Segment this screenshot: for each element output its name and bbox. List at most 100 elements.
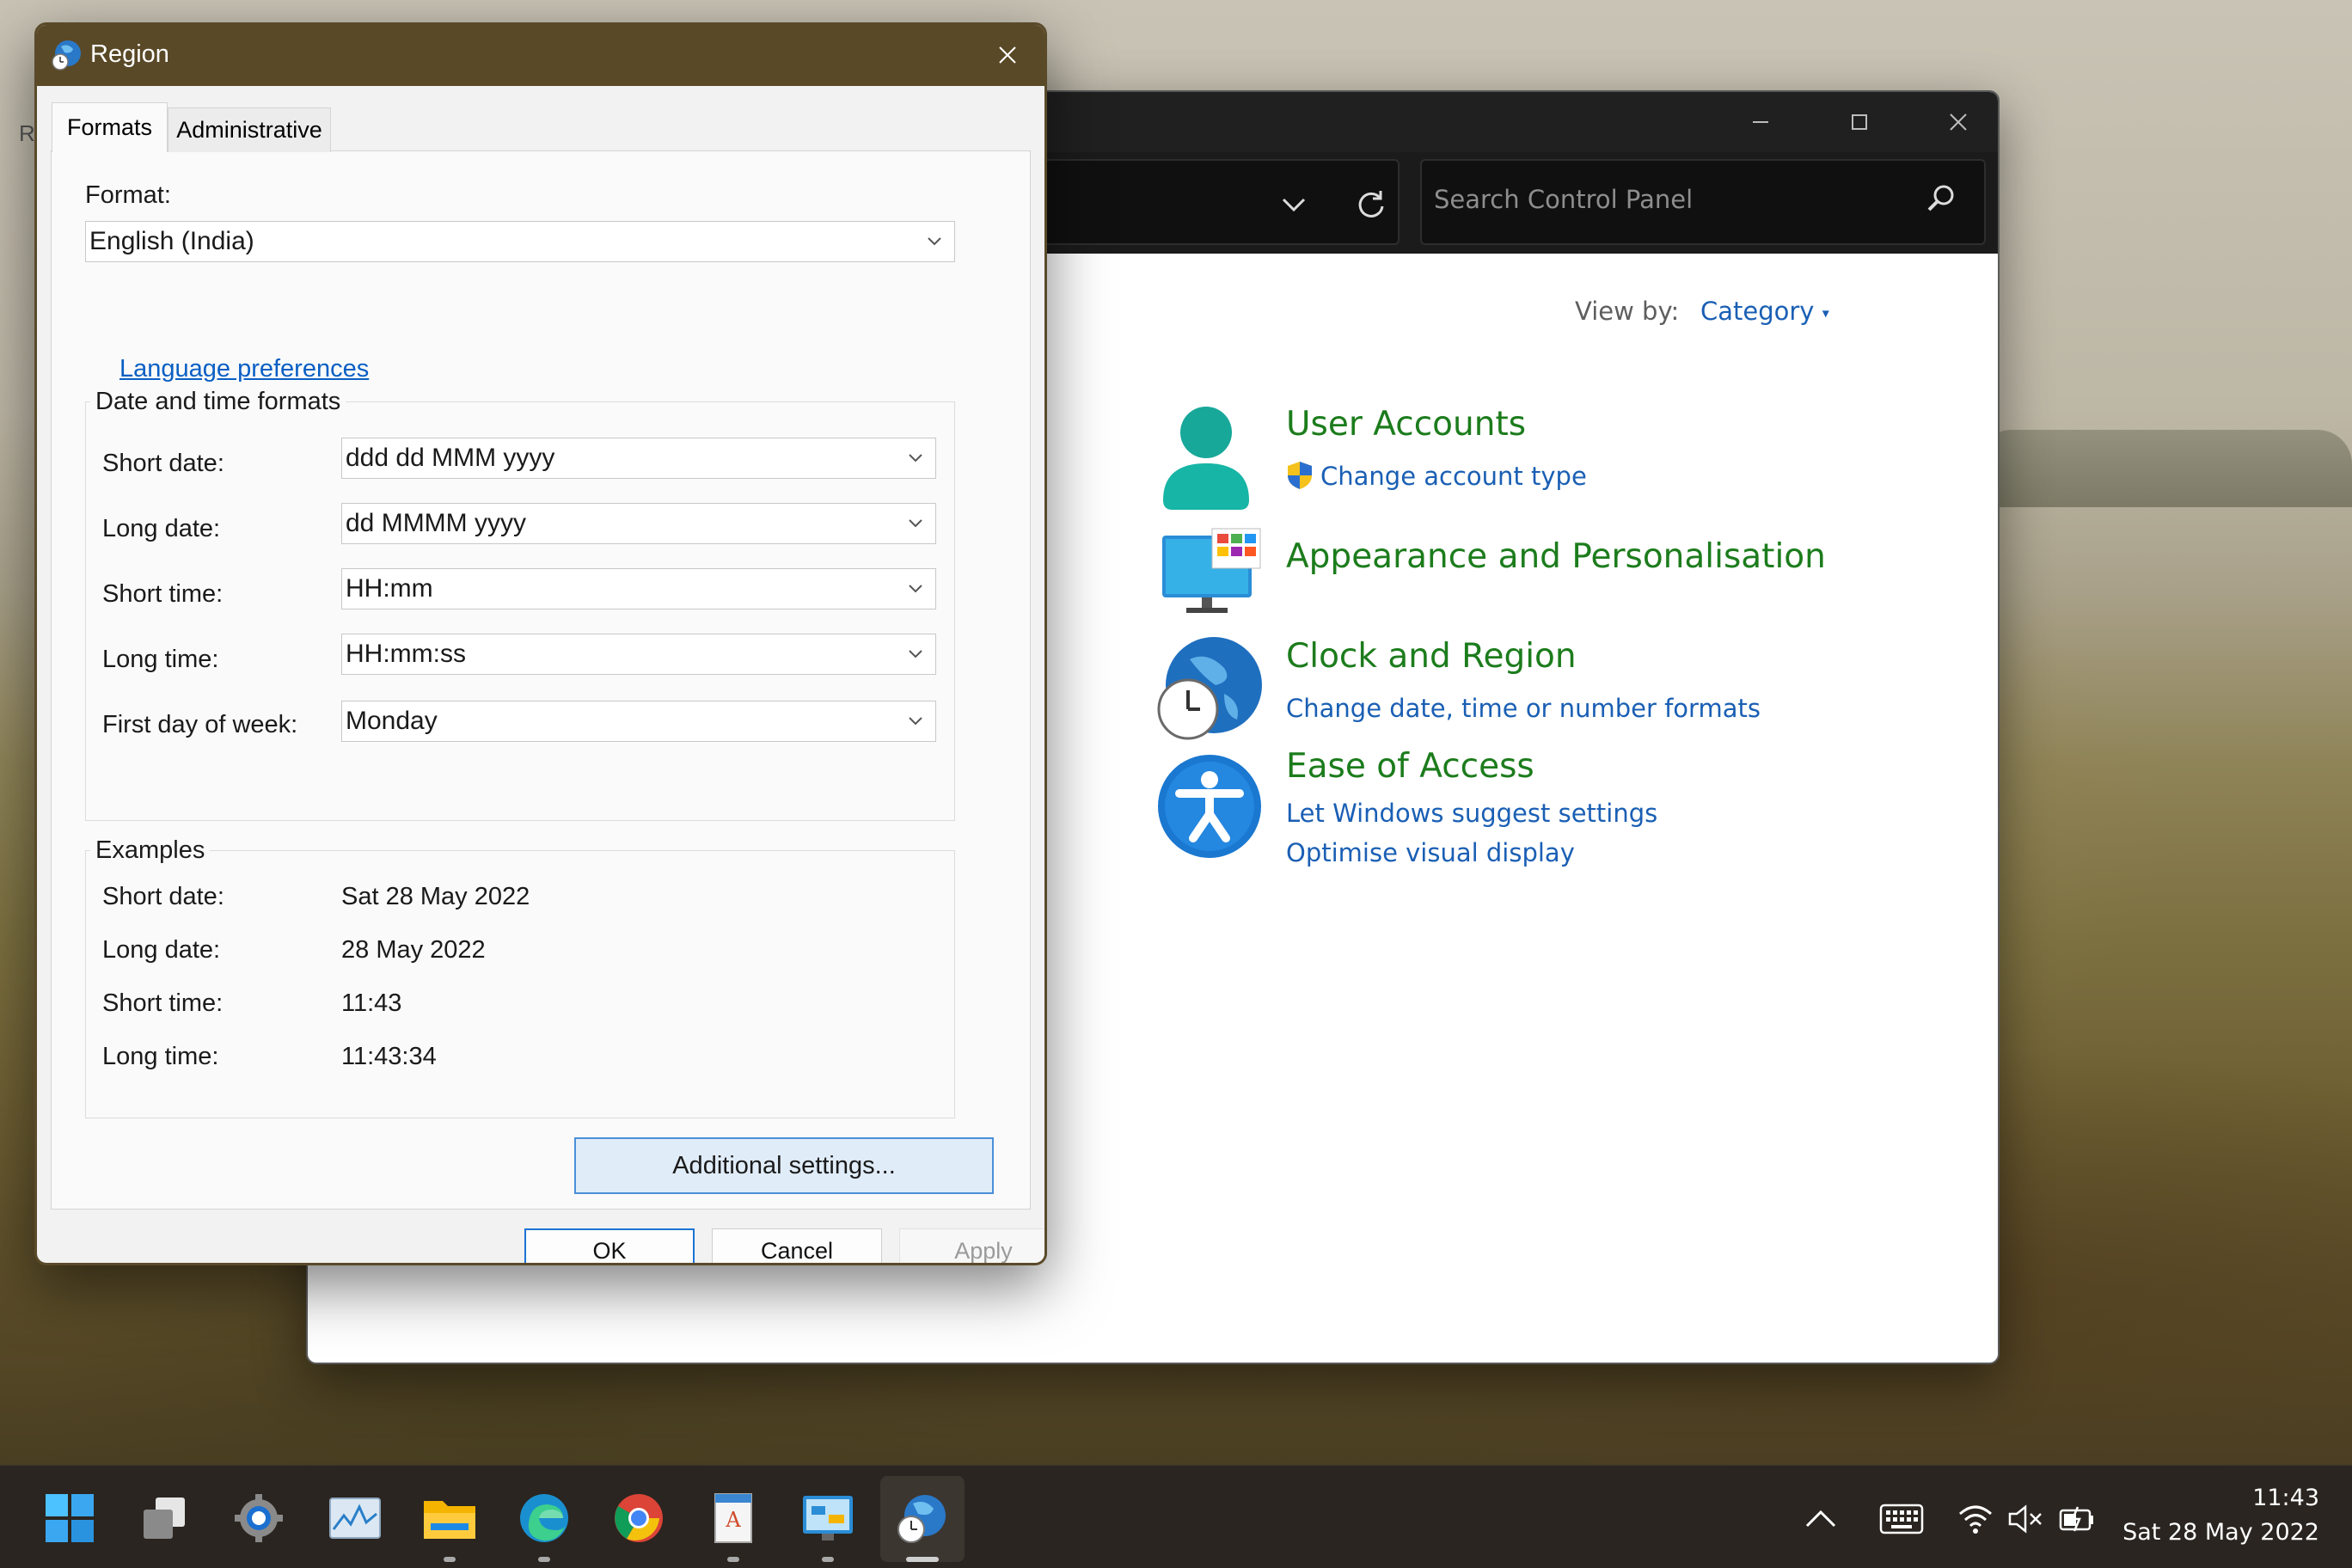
touch-keyboard-icon[interactable] xyxy=(1874,1495,1929,1543)
chevron-down-icon xyxy=(922,222,947,261)
chevron-down-icon xyxy=(903,634,928,674)
chevron-down-icon xyxy=(1282,198,1306,212)
cancel-button[interactable]: Cancel xyxy=(712,1228,882,1263)
short-time-label: Short time: xyxy=(102,580,224,608)
date-time-formats-title: Date and time formats xyxy=(90,388,346,416)
taskbar: A 11:43 Sat 28 May 2022 xyxy=(0,1465,2352,1568)
language-preferences-link[interactable]: Language preferences xyxy=(119,355,369,383)
refresh-button[interactable] xyxy=(1350,183,1393,226)
taskbar-clock-time[interactable]: 11:43 xyxy=(2252,1485,2319,1511)
example-long-date-value: 28 May 2022 xyxy=(341,936,486,964)
chevron-down-icon xyxy=(903,569,928,609)
format-value: English (India) xyxy=(89,227,254,255)
active-indicator xyxy=(906,1557,939,1562)
short-date-label: Short date: xyxy=(102,450,224,477)
long-date-label: Long date: xyxy=(102,515,221,542)
appearance-icon[interactable] xyxy=(1159,527,1262,618)
close-icon xyxy=(999,46,1016,64)
running-indicator xyxy=(444,1557,456,1562)
tab-administrative[interactable]: Administrative xyxy=(168,107,331,152)
long-date-dropdown[interactable]: dd MMMM yyyy xyxy=(341,503,936,544)
example-long-date-label: Long date: xyxy=(102,936,221,964)
close-button[interactable] xyxy=(1924,101,1993,144)
user-accounts-icon[interactable] xyxy=(1159,401,1253,513)
short-time-dropdown[interactable]: HH:mm xyxy=(341,568,936,609)
ease-of-access-icon[interactable] xyxy=(1155,752,1264,861)
examples-title: Examples xyxy=(90,836,211,865)
maximize-icon xyxy=(1852,114,1867,130)
short-time-value: HH:mm xyxy=(346,574,433,603)
link-change-account-type[interactable]: Change account type xyxy=(1320,462,1587,491)
long-time-label: Long time: xyxy=(102,646,219,673)
link-let-windows-suggest[interactable]: Let Windows suggest settings xyxy=(1286,799,1657,828)
example-long-time-value: 11:43:34 xyxy=(341,1043,437,1070)
long-time-value: HH:mm:ss xyxy=(346,640,466,668)
region-close-button[interactable] xyxy=(986,34,1029,77)
apply-button[interactable]: Apply xyxy=(899,1228,1044,1263)
link-change-date-time-formats[interactable]: Change date, time or number formats xyxy=(1286,694,1761,723)
long-time-dropdown[interactable]: HH:mm:ss xyxy=(341,634,936,675)
minimize-button[interactable] xyxy=(1726,101,1795,144)
tab-formats[interactable]: Formats xyxy=(52,102,168,152)
region-title: Region xyxy=(90,40,169,68)
uac-shield-icon xyxy=(1284,460,1315,491)
running-indicator xyxy=(822,1557,834,1562)
first-day-of-week-dropdown[interactable]: Monday xyxy=(341,701,936,742)
wordpad-icon[interactable]: A xyxy=(703,1488,763,1548)
address-history-button[interactable] xyxy=(1272,183,1315,226)
close-icon xyxy=(1950,113,1967,131)
first-day-of-week-label: First day of week: xyxy=(102,711,298,738)
region-globe-icon xyxy=(51,39,83,71)
refresh-icon xyxy=(1358,191,1384,217)
control-panel-icon[interactable] xyxy=(798,1488,858,1548)
wifi-icon[interactable] xyxy=(1951,1495,2000,1543)
short-date-value: ddd dd MMM yyyy xyxy=(346,444,555,472)
view-by-dropdown[interactable]: Category ▾ xyxy=(1700,297,1829,326)
settings-icon[interactable] xyxy=(229,1488,289,1548)
format-label: Format: xyxy=(85,181,171,209)
taskbar-clock-date[interactable]: Sat 28 May 2022 xyxy=(2122,1519,2319,1546)
desktop-stray-text: R xyxy=(19,120,35,146)
start-icon[interactable] xyxy=(40,1488,100,1548)
task-view-icon[interactable] xyxy=(134,1488,194,1548)
view-by-value: Category xyxy=(1700,297,1815,326)
chevron-down-icon xyxy=(903,504,928,543)
minimize-icon xyxy=(1753,121,1768,123)
edge-icon[interactable] xyxy=(514,1488,574,1548)
svg-text:A: A xyxy=(725,1508,741,1532)
show-hidden-icons-chevron-icon[interactable] xyxy=(1797,1495,1845,1543)
task-manager-icon[interactable] xyxy=(325,1488,385,1548)
running-indicator xyxy=(538,1557,550,1562)
category-title-ease-of-access[interactable]: Ease of Access xyxy=(1286,747,1534,786)
example-short-time-label: Short time: xyxy=(102,989,224,1017)
file-explorer-icon[interactable] xyxy=(420,1488,480,1548)
example-short-date-label: Short date: xyxy=(102,883,224,910)
category-title-user-accounts[interactable]: User Accounts xyxy=(1286,405,1526,444)
chevron-down-icon xyxy=(903,701,928,741)
short-date-dropdown[interactable]: ddd dd MMM yyyy xyxy=(341,438,936,479)
running-indicator xyxy=(727,1557,739,1562)
link-optimise-visual-display[interactable]: Optimise visual display xyxy=(1286,838,1575,867)
long-date-value: dd MMMM yyyy xyxy=(346,509,526,537)
search-icon[interactable] xyxy=(1924,181,1967,224)
volume-muted-icon[interactable] xyxy=(2001,1495,2049,1543)
ok-button[interactable]: OK xyxy=(524,1228,695,1263)
wallpaper-treeline xyxy=(1977,430,2352,507)
additional-settings-button[interactable]: Additional settings... xyxy=(574,1137,994,1194)
example-short-time-value: 11:43 xyxy=(341,989,402,1017)
region-titlebar: Region xyxy=(37,25,1044,86)
region-icon[interactable] xyxy=(892,1488,952,1548)
category-title-appearance[interactable]: Appearance and Personalisation xyxy=(1286,537,1826,576)
format-dropdown[interactable]: English (India) xyxy=(85,221,955,262)
category-title-clock-region[interactable]: Clock and Region xyxy=(1286,637,1577,676)
battery-charging-icon[interactable] xyxy=(2053,1495,2101,1543)
maximize-button[interactable] xyxy=(1825,101,1894,144)
example-long-time-label: Long time: xyxy=(102,1043,219,1070)
search-box[interactable]: Search Control Panel xyxy=(1420,159,1986,245)
chrome-icon[interactable] xyxy=(609,1488,669,1548)
clock-region-icon[interactable] xyxy=(1155,634,1264,742)
dropdown-arrow-icon: ▾ xyxy=(1822,304,1829,322)
search-input[interactable]: Search Control Panel xyxy=(1434,185,1693,214)
first-day-of-week-value: Monday xyxy=(346,707,438,735)
chevron-down-icon xyxy=(903,438,928,478)
